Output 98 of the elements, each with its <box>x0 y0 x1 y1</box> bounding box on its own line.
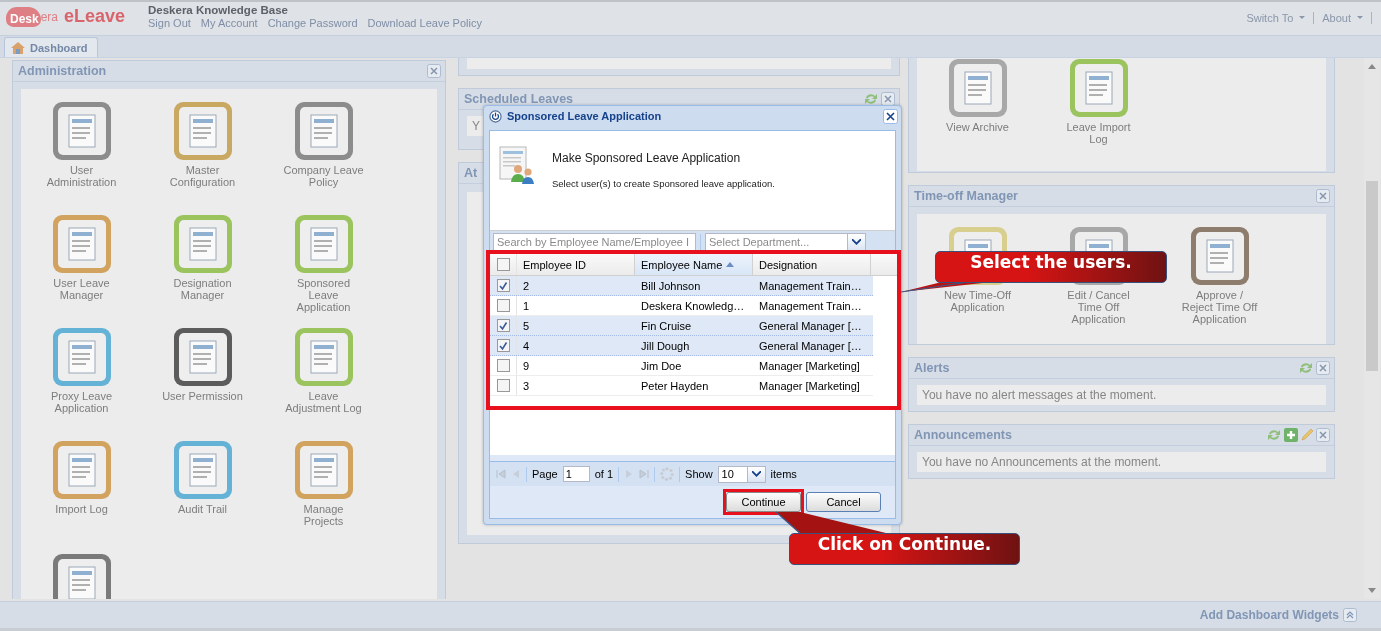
caret-icon <box>751 471 761 477</box>
checkbox[interactable] <box>496 319 510 332</box>
pager-label: items <box>770 468 797 480</box>
header-link[interactable]: Change Password <box>267 17 358 29</box>
page-size-dropdown[interactable]: 10 <box>717 465 766 483</box>
panel-title: Scheduled Leaves <box>464 92 574 106</box>
dashboard-tile[interactable]: Designation Manager <box>142 214 263 327</box>
table-cell-text: Bill Johnson <box>640 278 702 294</box>
checkbox[interactable] <box>496 359 510 372</box>
scrollbar-thumb[interactable] <box>1366 181 1378 371</box>
panel-title: Time-off Manager <box>914 189 1018 203</box>
house-icon <box>10 40 26 55</box>
dashboard-tile[interactable]: User Permission <box>142 327 263 440</box>
dialog-button[interactable]: Cancel <box>806 492 881 512</box>
header-link[interactable]: Download Leave Policy <box>367 17 482 29</box>
menu-button[interactable]: About <box>1314 12 1372 24</box>
checkbox[interactable] <box>496 339 510 352</box>
dashboard-tile[interactable]: Import Log <box>21 440 142 553</box>
header-link[interactable]: My Account <box>200 17 258 29</box>
pager-label: Show <box>685 468 713 480</box>
scroll-down-icon[interactable] <box>1368 588 1376 593</box>
table-cell-text: 5 <box>522 318 531 334</box>
add-widgets-link[interactable]: Add Dashboard Widgets <box>1199 608 1339 622</box>
scroll-up-icon[interactable] <box>1368 64 1376 69</box>
dashboard-tile[interactable]: User Administration <box>21 101 142 214</box>
caret-icon <box>852 239 861 245</box>
checkbox[interactable] <box>496 279 510 292</box>
dashboard-tile[interactable]: Audit Trail <box>142 440 263 553</box>
double-chevron-up-icon[interactable] <box>1343 608 1357 622</box>
close-icon[interactable] <box>883 108 898 124</box>
page-number-field[interactable]: 1 <box>562 466 590 482</box>
table-cell-text: General Manager [… <box>758 318 863 334</box>
column-header[interactable]: Designation <box>753 254 871 275</box>
logo-text: Desk <box>10 11 39 26</box>
table-row[interactable]: 5 Fin Cruise General Manager [… <box>490 316 873 336</box>
table-cell-text: Fin Cruise <box>640 318 693 334</box>
panel-message: You have no alert messages at the moment. <box>917 385 1326 405</box>
dashboard-tile[interactable]: Manage Projects <box>263 440 384 553</box>
caret-icon <box>1299 16 1306 20</box>
dashboard-tile[interactable]: Sponsored Leave Application <box>263 214 384 327</box>
dashboard-tile[interactable]: Leave Import Log <box>1038 58 1159 171</box>
table-cell-text: Peter Hayden <box>640 378 710 394</box>
dashboard-tile[interactable]: Company Leave Policy <box>263 101 384 214</box>
table-cell-text: 3 <box>522 378 531 394</box>
refresh-icon[interactable] <box>1298 361 1314 375</box>
dashboard-tile[interactable]: Leave Adjustment Log <box>263 327 384 440</box>
pencil-icon[interactable] <box>1300 428 1314 442</box>
dashboard-tile[interactable]: Master Configuration <box>142 101 263 214</box>
table-row[interactable]: 2 Bill Johnson Management Train… <box>490 276 873 296</box>
search-field[interactable]: Search by Employee Name/Employee I <box>493 233 696 251</box>
column-header[interactable]: Employee Name <box>635 254 753 275</box>
panel-title: At <box>464 166 478 180</box>
department-dropdown[interactable]: Select Department... <box>705 233 866 251</box>
dashboard-tile[interactable]: View Archive <box>917 58 1038 171</box>
table-row[interactable]: 3 Peter Hayden Manager [Marketing] <box>490 376 873 396</box>
last-page-icon[interactable] <box>639 469 650 479</box>
panel-title: Announcements <box>914 428 1012 442</box>
table-row[interactable]: 4 Jill Dough General Manager [… <box>490 336 873 356</box>
dialog-heading: Make Sponsored Leave Application <box>552 151 742 165</box>
refresh-icon[interactable] <box>1266 428 1282 442</box>
table-cell-text: Deskera Knowledg… <box>640 298 746 314</box>
table-cell-text: Jim Doe <box>640 358 683 374</box>
add-icon[interactable] <box>1284 428 1298 442</box>
callout: Select the users. <box>935 251 1167 283</box>
table-cell-text: 9 <box>522 358 531 374</box>
header-link[interactable]: Sign Out <box>148 17 191 29</box>
company-name: Deskera Knowledge Base <box>148 4 289 16</box>
table-cell-text: General Manager [… <box>758 338 863 354</box>
dialog-description: Select user(s) to create Sponsored leave application. <box>552 178 775 189</box>
sort-ascending-icon <box>726 262 735 267</box>
table-cell-text: Management Train… <box>758 298 863 314</box>
checkbox[interactable] <box>496 258 510 271</box>
dashboard-tile[interactable]: User Leave Manager <box>21 214 142 327</box>
table-cell-text: 2 <box>522 278 531 294</box>
callout: Click on Continue. <box>789 533 1020 565</box>
power-icon <box>489 109 502 123</box>
table-cell-text: 1 <box>522 298 531 314</box>
panel-title: Administration <box>18 64 107 78</box>
table-cell-text: Jill Dough <box>640 338 691 354</box>
table-cell-text: 4 <box>522 338 531 354</box>
first-page-icon[interactable] <box>496 469 506 479</box>
table-cell-text: Management Train… <box>758 278 863 294</box>
caret-icon <box>1357 16 1363 20</box>
table-row[interactable]: 9 Jim Doe Manager [Marketing] <box>490 356 873 376</box>
table-cell-text: Manager [Marketing] <box>758 358 861 374</box>
panel-title: Alerts <box>914 361 950 375</box>
dashboard-tile[interactable]: Proxy Leave Application <box>21 327 142 440</box>
panel-message: You have no Announcements at the moment. <box>917 452 1326 472</box>
pager-label: Page <box>532 468 558 480</box>
table-cell-text: Manager [Marketing] <box>758 378 861 394</box>
tab[interactable]: Dashboard <box>4 37 99 57</box>
menu-button[interactable]: Switch To <box>1238 12 1315 24</box>
checkbox[interactable] <box>496 299 510 312</box>
logo-text: era <box>40 9 59 24</box>
pager-label: of 1 <box>594 468 614 480</box>
dialog-button[interactable]: Continue <box>726 492 801 512</box>
checkbox[interactable] <box>496 379 510 392</box>
product-name: eLeave <box>64 6 126 27</box>
